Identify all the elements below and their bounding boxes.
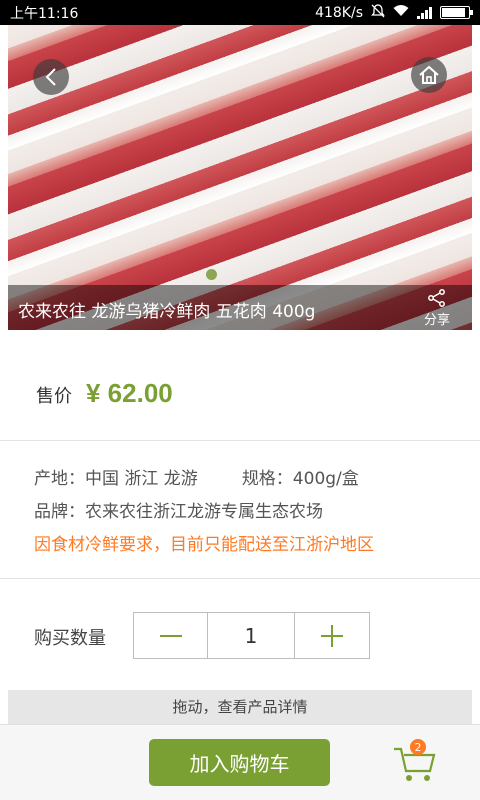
home-button[interactable] xyxy=(411,57,447,93)
share-label: 分享 xyxy=(423,313,450,328)
drag-hint[interactable]: 拖动，查看产品详情 xyxy=(8,690,472,724)
share-icon xyxy=(428,289,445,307)
signal-icon xyxy=(417,6,432,19)
bottom-bar: 加入购物车 2 xyxy=(0,724,480,800)
product-title: 农来农往 龙游乌猪冷鲜肉 五花肉 400g xyxy=(18,302,316,322)
carousel-indicator xyxy=(206,269,217,280)
quantity-stepper: 1 xyxy=(133,612,370,659)
decrease-button[interactable] xyxy=(134,613,208,658)
battery-fill xyxy=(442,8,465,17)
price-label: 售价 xyxy=(36,386,72,407)
wifi-icon xyxy=(393,4,409,21)
spec-text: 规格：400g/盒 xyxy=(241,469,359,489)
divider xyxy=(0,578,480,579)
share-button[interactable]: 分享 xyxy=(424,288,450,328)
network-speed: 418K/s xyxy=(315,4,363,21)
status-right: 418K/s xyxy=(315,3,473,22)
cart-badge: 2 xyxy=(410,739,426,755)
home-icon xyxy=(419,65,439,84)
cart-button[interactable]: 2 xyxy=(392,739,438,785)
mute-icon xyxy=(371,3,385,22)
divider xyxy=(0,440,480,441)
brand-text: 品牌：农来农往浙江龙游专属生态农场 xyxy=(34,502,323,522)
status-bar: 上午11:16 418K/s xyxy=(0,0,480,25)
spec-row: 产地：中国 浙江 龙游 规格：400g/盒 xyxy=(34,464,359,489)
delivery-notice: 因食材冷鲜要求，目前只能配送至江浙沪地区 xyxy=(34,535,374,555)
origin-text: 产地：中国 浙江 龙游 xyxy=(34,469,198,489)
price-value: ¥ 62.00 xyxy=(86,378,173,408)
drag-hint-text: 拖动，查看产品详情 xyxy=(172,698,308,716)
price-row: 售价 ¥ 62.00 xyxy=(36,378,173,409)
quantity-label: 购买数量 xyxy=(34,628,106,649)
status-time: 上午11:16 xyxy=(10,5,79,22)
back-button[interactable] xyxy=(33,59,69,95)
increase-button[interactable] xyxy=(295,613,369,658)
minus-icon xyxy=(159,634,182,637)
product-image-carousel[interactable]: 农来农往 龙游乌猪冷鲜肉 五花肉 400g 分享 xyxy=(8,25,472,330)
plus-icon xyxy=(321,624,343,647)
battery-icon xyxy=(440,6,473,19)
quantity-value[interactable]: 1 xyxy=(208,613,295,658)
add-to-cart-button[interactable]: 加入购物车 xyxy=(149,739,330,786)
chevron-left-icon xyxy=(45,68,56,86)
